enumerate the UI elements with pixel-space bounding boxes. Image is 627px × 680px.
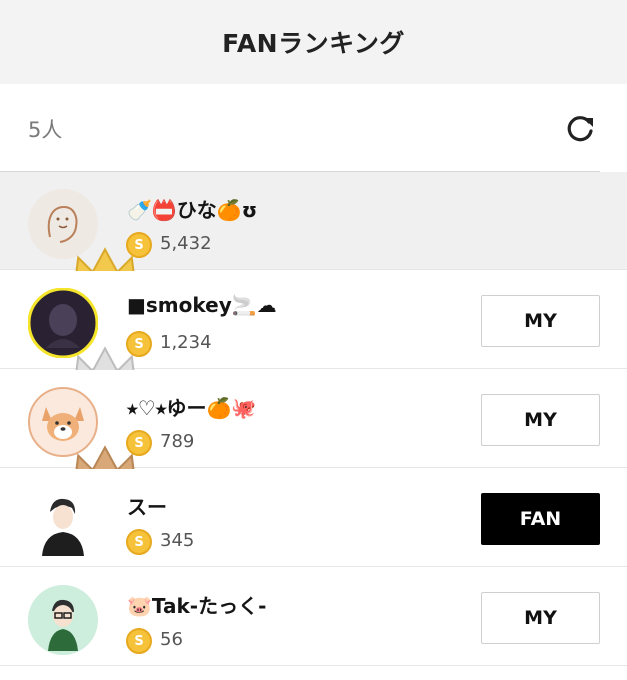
my-button[interactable]: MY bbox=[481, 592, 600, 644]
fan-count: 5人 bbox=[28, 118, 63, 142]
my-button[interactable]: MY bbox=[481, 394, 600, 446]
fan-score: 5,432 bbox=[160, 233, 212, 254]
fan-score: 1,234 bbox=[160, 332, 212, 353]
header-bar: FANランキング bbox=[0, 0, 627, 84]
count-bar: 5人 bbox=[0, 84, 627, 172]
coin-icon: S bbox=[126, 232, 152, 258]
fan-row[interactable]: 3 ⭑♡⭑ゆー🍊🐙 S 789 MY bbox=[0, 370, 627, 490]
avatar bbox=[28, 585, 98, 655]
fan-name: 🐷Tak-たっく- bbox=[127, 594, 267, 618]
fan-score: 345 bbox=[160, 530, 195, 551]
fan-name: 🍼📛ひな🍊ʊ bbox=[127, 198, 258, 222]
avatar: 2 bbox=[27, 287, 138, 391]
coin-icon: S bbox=[126, 430, 152, 456]
avatar: 3 bbox=[28, 387, 138, 490]
avatar: 1 bbox=[28, 189, 138, 292]
fan-row[interactable]: スー S 345 FAN bbox=[0, 469, 627, 567]
fan-score: 789 bbox=[160, 431, 195, 452]
coin-icon: S bbox=[126, 628, 152, 654]
coin-icon: S bbox=[126, 331, 152, 357]
page-title: FANランキング bbox=[222, 29, 405, 58]
fan-name: ⭑♡⭑ゆー🍊🐙 bbox=[127, 396, 257, 420]
coin-icon: S bbox=[126, 529, 152, 555]
refresh-icon[interactable] bbox=[563, 112, 597, 146]
fan-row[interactable]: 🐷Tak-たっく- S 56 MY bbox=[0, 568, 627, 666]
fan-score: 56 bbox=[160, 629, 183, 650]
fan-button[interactable]: FAN bbox=[481, 493, 600, 545]
fan-row[interactable]: 2 ■smokey🚬☁ S 1,234 MY bbox=[0, 271, 627, 391]
fan-row[interactable]: 1 🍼📛ひな🍊ʊ S 5,432 bbox=[0, 172, 627, 292]
my-button[interactable]: MY bbox=[481, 295, 600, 347]
avatar bbox=[28, 486, 98, 556]
fan-name: スー bbox=[127, 495, 167, 519]
fan-name: ■smokey🚬☁ bbox=[127, 293, 277, 317]
